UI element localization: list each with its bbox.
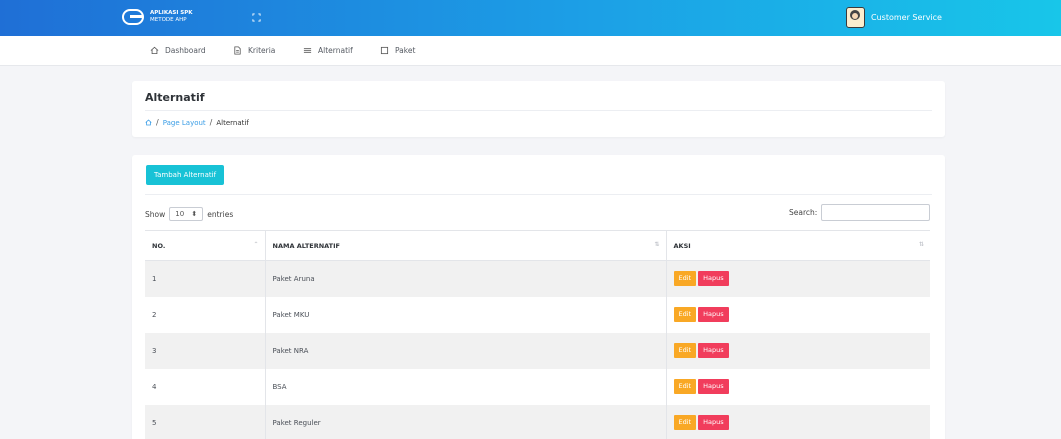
cell-no: 1 [145,260,266,297]
table-row: 2 Paket MKU Edit Hapus [145,296,930,333]
cell-nama: BSA [265,368,667,405]
nav-label: Dashboard [165,46,206,55]
home-icon [150,46,159,55]
edit-button[interactable]: Edit [673,307,697,322]
edit-button[interactable]: Edit [673,415,697,430]
cell-nama: Paket Reguler [265,404,667,439]
cell-aksi: Edit Hapus [666,260,930,297]
sort-icon: ⌃ [253,241,259,248]
cell-no: 5 [145,404,266,439]
table-row: 1 Paket Aruna Edit Hapus [145,260,930,297]
breadcrumb-current: Alternatif [216,118,249,127]
cell-nama: Paket NRA [265,332,667,369]
nav-item-dashboard[interactable]: Dashboard [150,46,206,55]
delete-button[interactable]: Hapus [698,271,729,287]
app-name-line2: METODE AHP [150,17,187,23]
user-menu[interactable]: Customer Service [846,7,942,28]
breadcrumb-separator: / [156,118,159,127]
page-title: Alternatif [145,91,205,104]
select-arrows-icon: ⬍ [191,210,198,218]
show-label: Show [145,209,166,219]
nav-item-kriteria[interactable]: Kriteria [233,46,275,55]
table-card: Tambah Alternatif Show 10 ⬍ entries Sear… [132,155,945,439]
cell-nama: Paket Aruna [265,260,667,297]
app-name-line1: APLIKASI SPK [150,10,193,16]
document-icon [234,46,241,55]
delete-button[interactable]: Hapus [698,307,729,322]
home-icon[interactable] [145,119,152,126]
avatar [846,7,865,28]
table-row: 3 Paket NRA Edit Hapus [145,332,930,369]
search-label: Search: [789,208,818,217]
table-row: 4 BSA Edit Hapus [145,368,930,405]
square-icon [380,46,389,55]
search-input[interactable] [821,204,930,221]
list-icon [303,48,312,53]
breadcrumb: / Page Layout / Alternatif [145,118,249,127]
alternatif-table: NO. ⌃ NAMA ALTERNATIF ⇅ AKSI ⇅ 1 Paket A… [145,230,930,439]
main-nav: Dashboard Kriteria Alternatif Paket [0,36,1061,66]
nav-item-alternatif[interactable]: Alternatif [303,46,353,55]
breadcrumb-separator: / [209,118,213,127]
sort-icon: ⇅ [918,241,924,248]
delete-button[interactable]: Hapus [698,415,729,430]
divider [145,194,932,195]
column-header-aksi[interactable]: AKSI ⇅ [666,230,930,261]
cell-aksi: Edit Hapus [666,296,930,333]
column-header-nama[interactable]: NAMA ALTERNATIF ⇅ [265,230,667,261]
top-header: APLIKASI SPK METODE AHP Customer Service [0,0,1061,36]
nav-label: Paket [395,46,416,55]
nav-label: Alternatif [318,46,353,55]
edit-button[interactable]: Edit [673,271,697,287]
entries-label: entries [207,209,234,219]
sort-icon: ⇅ [654,241,660,248]
nav-item-paket[interactable]: Paket [380,46,415,55]
entries-select[interactable]: 10 ⬍ [169,207,204,221]
cell-no: 3 [145,332,266,369]
cell-nama: Paket MKU [265,296,667,333]
table-row: 5 Paket Reguler Edit Hapus [145,404,930,439]
fullscreen-icon[interactable] [252,13,261,22]
user-name: Customer Service [871,13,942,22]
add-alternatif-button[interactable]: Tambah Alternatif [146,165,225,185]
column-header-no[interactable]: NO. ⌃ [145,230,266,261]
entries-control: Show 10 ⬍ entries [145,207,233,221]
app-logo[interactable]: APLIKASI SPK METODE AHP [122,9,193,25]
edit-button[interactable]: Edit [673,379,697,394]
cell-aksi: Edit Hapus [666,368,930,405]
nav-label: Kriteria [248,46,276,55]
delete-button[interactable]: Hapus [698,343,729,358]
page-header-card: Alternatif / Page Layout / Alternatif [132,81,945,137]
cell-aksi: Edit Hapus [666,404,930,439]
cell-aksi: Edit Hapus [666,332,930,369]
edit-button[interactable]: Edit [673,343,697,358]
breadcrumb-link[interactable]: Page Layout [163,119,206,127]
entries-value: 10 [175,210,185,218]
logo-icon [122,9,144,25]
divider [145,110,932,111]
table-header-row: NO. ⌃ NAMA ALTERNATIF ⇅ AKSI ⇅ [145,230,930,261]
cell-no: 2 [145,296,266,333]
cell-no: 4 [145,368,266,405]
delete-button[interactable]: Hapus [698,379,729,394]
